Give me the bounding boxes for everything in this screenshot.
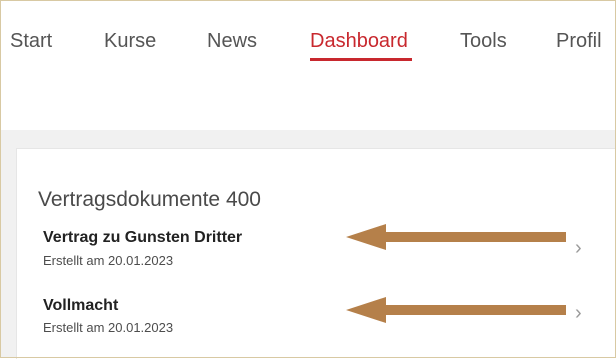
chevron-right-icon[interactable]: › xyxy=(575,302,582,325)
top-navigation: Start Kurse News Dashboard Tools Profil xyxy=(0,0,616,130)
nav-item-tools[interactable]: Tools xyxy=(460,30,507,53)
nav-item-start[interactable]: Start xyxy=(10,30,52,53)
document-date: Erstellt am 20.01.2023 xyxy=(43,253,174,268)
document-date: Erstellt am 20.01.2023 xyxy=(43,320,174,335)
section-title: Vertragsdokumente 400 xyxy=(38,188,261,211)
arrow-left-icon xyxy=(346,297,566,323)
nav-item-dashboard[interactable]: Dashboard xyxy=(310,30,408,53)
nav-item-profil[interactable]: Profil xyxy=(556,30,602,53)
nav-item-kurse[interactable]: Kurse xyxy=(104,30,156,53)
chevron-right-icon[interactable]: › xyxy=(575,237,582,260)
active-tab-indicator xyxy=(310,58,412,61)
arrow-left-icon xyxy=(346,224,566,250)
document-title[interactable]: Vollmacht xyxy=(43,297,118,315)
document-title[interactable]: Vertrag zu Gunsten Dritter xyxy=(43,229,242,247)
nav-item-news[interactable]: News xyxy=(207,30,257,53)
